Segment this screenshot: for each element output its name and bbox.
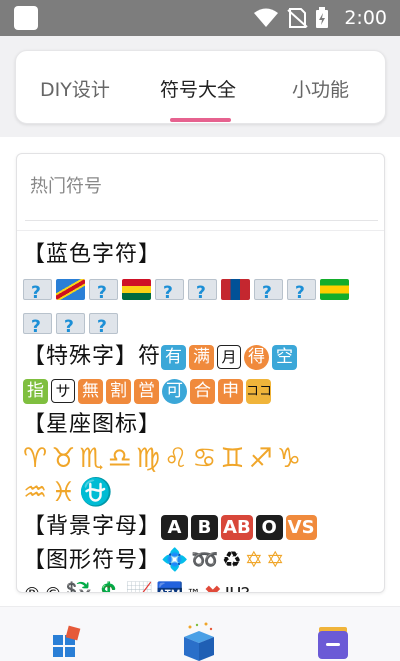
congo-flag-icon — [56, 278, 85, 300]
badge-letter-b: B — [191, 514, 219, 540]
letters-row: 【背景字母】 A B AB O VS — [23, 510, 381, 544]
badge-man: 满 — [189, 344, 215, 370]
badge-de: 得 — [244, 344, 270, 370]
no-sim-icon — [287, 8, 308, 28]
mongolia-flag-icon — [221, 278, 250, 300]
status-icons — [254, 7, 328, 28]
badge-ke: 可 — [162, 378, 187, 404]
star-of-david-icon: ✡ — [244, 548, 263, 573]
tab-diy-design[interactable]: DIY设计 — [40, 75, 110, 102]
double-loop-icon: ➿ — [191, 548, 219, 573]
badge-letter-vs: VS — [285, 514, 317, 540]
diamond-flower-icon: 💠 — [161, 548, 189, 573]
unknown-flag-icon — [254, 276, 283, 310]
badge-you: 有 — [161, 344, 187, 370]
zodiac-row-2: ♒♓⛎ — [23, 476, 381, 510]
special-row-2: 指 サ 無 割 営 可 合 申 ココ — [23, 374, 381, 408]
nav-grid-icon[interactable] — [51, 625, 83, 657]
ghana-flag-icon — [122, 278, 151, 300]
battery-icon — [316, 7, 328, 28]
badge-zhi: 指 — [23, 378, 48, 404]
bottom-navigation — [0, 606, 400, 661]
multiply-icon: ✖ — [204, 578, 222, 592]
sao-tome-flag-icon — [320, 278, 349, 300]
unknown-flag-icon — [155, 276, 184, 310]
badge-ying: 営 — [134, 378, 159, 404]
copyright-icon: © — [44, 578, 62, 592]
nav-gift-box-icon[interactable] — [178, 621, 220, 661]
special-row-1: 【特殊字】符 有 满 月 得 空 — [23, 340, 381, 374]
unknown-flag-icon — [287, 276, 316, 310]
recycle-icon: ♻ — [221, 548, 242, 573]
tab-bar: DIY设计 符号大全 小功能 — [15, 50, 386, 124]
flag-row-1 — [23, 272, 381, 310]
unknown-flag-icon — [23, 276, 52, 310]
nav-wallet-icon[interactable] — [316, 625, 350, 659]
registered-icon: ® — [23, 578, 41, 592]
tab-small-functions[interactable]: 小功能 — [292, 75, 349, 102]
section-zodiac: 【星座图标】 — [23, 412, 162, 437]
star-of-david-icon: ✡ — [266, 548, 285, 573]
divider — [25, 220, 378, 221]
badge-yue: 月 — [217, 345, 242, 369]
currency-exchange-icon: 💱 — [65, 578, 92, 592]
badge-koko: ココ — [246, 378, 272, 404]
badge-ge: 割 — [106, 378, 131, 404]
zodiac-row-1: ♈♉♏♎♍♌♋♊♐♑ — [23, 442, 381, 476]
exclamation-question-icon: ⁉ — [237, 578, 250, 592]
zodiac-icons: ♈♉♏♎♍♌♋♊♐♑ — [23, 443, 306, 474]
hot-symbols-card: 热门符号 【蓝色字符】 【特殊字】符 有 满 月 得 — [16, 153, 385, 593]
section-shape-symbols: 【图形符号】 — [23, 548, 162, 573]
section-blue-characters: 【蓝色字符】 — [23, 242, 162, 267]
app-notification-icon — [14, 6, 38, 30]
badge-wu: 無 — [78, 378, 103, 404]
active-tab-indicator — [170, 118, 231, 122]
divider — [17, 230, 384, 231]
badge-letter-a: A — [161, 514, 189, 540]
badge-he: 合 — [190, 378, 215, 404]
badge-letter-o: O — [255, 514, 283, 540]
section-special-characters: 【特殊字】符 — [23, 344, 162, 369]
shapes-row: 【图形符号】 💠 ➿ ♻ ✡ ✡ — [23, 544, 381, 578]
trademark-icon: ™ — [187, 578, 201, 592]
badge-shen: 申 — [218, 378, 243, 404]
double-exclamation-icon: ‼ — [225, 578, 234, 592]
unknown-flag-icon — [188, 276, 217, 310]
badge-letter-ab: AB — [221, 514, 253, 540]
chart-up-icon: 📈 — [126, 578, 153, 592]
section-background-letters: 【背景字母】 — [23, 514, 162, 539]
unknown-flag-icon — [23, 310, 52, 344]
dollar-icon: 💲 — [95, 578, 122, 592]
status-bar: 2:00 — [0, 0, 400, 36]
badge-kong: 空 — [272, 344, 298, 370]
flag-row-2 — [23, 306, 381, 344]
wifi-icon — [254, 8, 278, 27]
misc-row: ® © 💱 💲 📈 🏧 ™ ✖ ‼ ⁉ — [23, 578, 381, 592]
unknown-flag-icon — [89, 310, 118, 344]
symbol-content[interactable]: 【蓝色字符】 【特殊字】符 有 满 月 得 空 指 — [23, 238, 381, 592]
unknown-flag-icon — [56, 310, 85, 344]
badge-sa: サ — [51, 379, 75, 403]
atm-icon: 🏧 — [156, 578, 183, 592]
zodiac-icons: ♒♓⛎ — [23, 477, 118, 508]
tab-symbols[interactable]: 符号大全 — [160, 75, 236, 102]
clock: 2:00 — [344, 7, 387, 29]
card-title: 热门符号 — [30, 176, 102, 197]
unknown-flag-icon — [89, 276, 118, 310]
